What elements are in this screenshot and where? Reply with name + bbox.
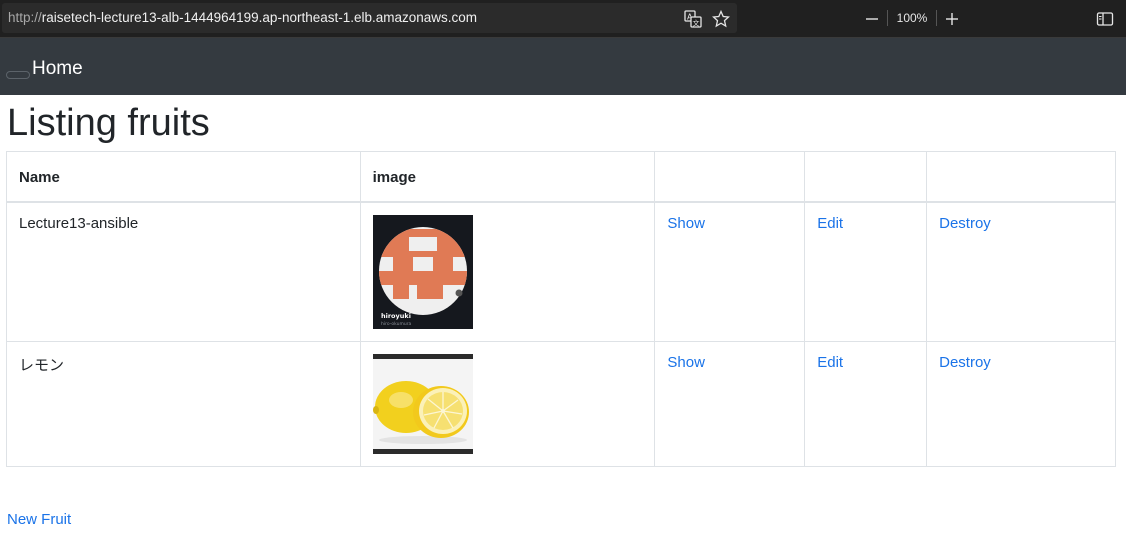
page-title: Listing fruits (7, 102, 210, 144)
fruit-image-cell (359, 341, 656, 467)
fruit-image-cell: hiroyuki hiro-okumura (359, 201, 656, 342)
url-host: raisetech-lecture13-alb-1444964199.ap-no… (41, 10, 478, 25)
header-empty-destroy (926, 151, 1116, 203)
destroy-link[interactable]: Destroy (939, 354, 991, 371)
header-image: image (359, 151, 656, 203)
destroy-link[interactable]: Destroy (939, 215, 991, 232)
browser-toolbar: http://raisetech-lecture13-alb-144496419… (0, 0, 1126, 38)
svg-text:文: 文 (693, 19, 700, 28)
header-name: Name (6, 151, 361, 203)
edit-link[interactable]: Edit (817, 354, 843, 371)
nav-home-link[interactable]: Home (32, 58, 83, 80)
destroy-cell: Destroy (926, 341, 1116, 467)
zoom-divider (887, 10, 888, 26)
show-link[interactable]: Show (667, 215, 705, 232)
show-cell: Show (654, 341, 806, 467)
fruit-name: レモン (6, 341, 361, 467)
header-empty-show (654, 151, 806, 203)
avatar-subcaption: hiro-okumura (381, 321, 412, 327)
avatar-caption: hiroyuki (381, 312, 411, 320)
zoom-level[interactable]: 100% (890, 11, 934, 25)
star-icon[interactable] (711, 0, 731, 38)
zoom-in-icon[interactable] (942, 0, 962, 38)
zoom-out-icon[interactable] (862, 0, 882, 38)
address-bar[interactable]: http://raisetech-lecture13-alb-144496419… (2, 3, 737, 33)
table-row: レモン Show Edit Destroy (6, 341, 1116, 467)
fruit-name: Lecture13-ansible (6, 201, 361, 342)
table-row: Lecture13-ansible hiroyuki hiro-okumura … (6, 201, 1116, 342)
translate-icon[interactable]: A文 (683, 0, 703, 38)
avatar-image: hiroyuki hiro-okumura (372, 214, 473, 329)
navbar: Home (0, 38, 1126, 95)
zoom-divider (936, 10, 937, 26)
edit-cell: Edit (804, 341, 928, 467)
header-empty-edit (804, 151, 928, 203)
sidebar-icon[interactable] (1095, 0, 1115, 38)
destroy-cell: Destroy (926, 201, 1116, 342)
edit-cell: Edit (804, 201, 928, 342)
show-link[interactable]: Show (667, 354, 705, 371)
fruits-table: Name image Lecture13-ansible hiroyuki hi… (6, 151, 1116, 467)
url-protocol: http:// (8, 10, 42, 25)
navbar-toggler[interactable] (6, 71, 30, 79)
show-cell: Show (654, 201, 806, 342)
lemon-image (372, 354, 473, 454)
edit-link[interactable]: Edit (817, 215, 843, 232)
url-text[interactable]: http://raisetech-lecture13-alb-144496419… (8, 10, 477, 25)
new-fruit-link[interactable]: New Fruit (7, 511, 71, 528)
table-header-row: Name image (6, 151, 1116, 203)
